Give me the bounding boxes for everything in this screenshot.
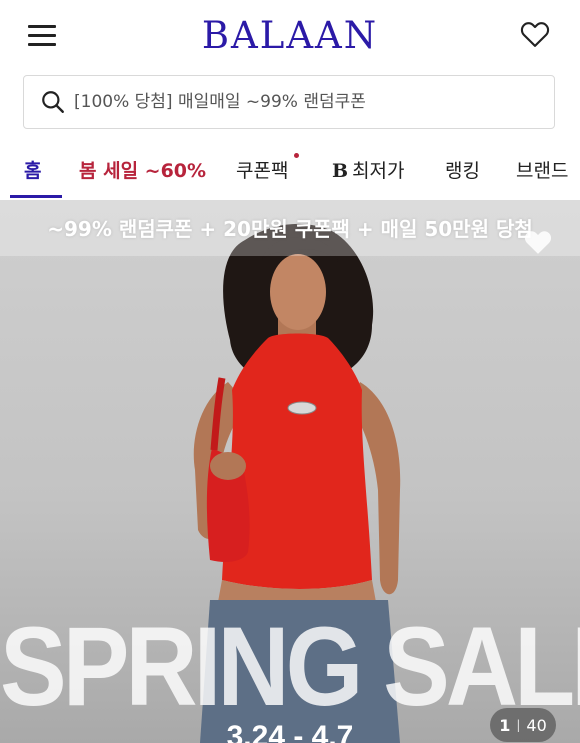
heart-icon: [520, 22, 550, 47]
wishlist-button[interactable]: [520, 20, 554, 52]
tab-lowest-price-label: 최저가: [352, 160, 405, 182]
slide-counter: 1 | 40: [490, 708, 556, 742]
search-bar[interactable]: [23, 75, 555, 129]
new-badge-dot: [294, 153, 299, 158]
slide-current: 1: [499, 715, 511, 735]
brand-logo[interactable]: BALAAN: [0, 14, 580, 57]
slide-separator: |: [516, 718, 521, 732]
promo-text: ~99% 랜덤쿠폰 + 20만원 쿠폰팩 + 매일 50만원 당첨: [47, 217, 533, 241]
search-input[interactable]: [72, 91, 536, 113]
tab-lowest-price[interactable]: B 최저가: [332, 156, 405, 183]
wishlist-heart-icon: [524, 231, 552, 254]
promo-strip: ~99% 랜덤쿠폰 + 20만원 쿠폰팩 + 매일 50만원 당첨: [0, 200, 580, 256]
active-tab-indicator: [10, 195, 62, 198]
banner-title: SPRING SALE: [0, 604, 580, 730]
tab-coupon-pack[interactable]: 쿠폰팩: [236, 156, 288, 183]
search-icon: [42, 91, 64, 113]
category-tabs: 홈 봄 세일 ~60% 쿠폰팩 B 최저가 랭킹 브랜드: [0, 140, 580, 200]
app-header: BALAAN: [0, 0, 580, 72]
slide-total: 40: [526, 715, 547, 735]
tab-ranking[interactable]: 랭킹: [445, 156, 480, 183]
hero-banner[interactable]: ~99% 랜덤쿠폰 + 20만원 쿠폰팩 + 매일 50만원 당첨 SPRING…: [0, 200, 580, 743]
tab-spring-sale[interactable]: 봄 세일 ~60%: [79, 156, 206, 183]
tab-home[interactable]: 홈: [24, 156, 41, 183]
tab-brand[interactable]: 브랜드: [516, 156, 568, 183]
banner-wishlist-button[interactable]: [523, 228, 555, 258]
b-logo-icon: B: [332, 160, 349, 182]
